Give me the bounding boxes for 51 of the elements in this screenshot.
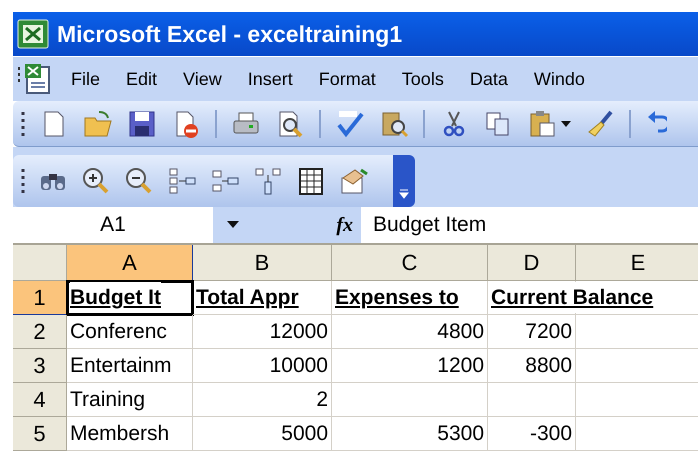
table-cell: 5000 xyxy=(193,417,332,451)
formula-field[interactable]: Budget Item xyxy=(361,207,698,243)
chevron-icon xyxy=(399,189,409,199)
table-cell: 2 xyxy=(193,383,332,417)
table-cell: Conferenc xyxy=(67,315,193,349)
column-header[interactable]: E xyxy=(576,245,698,281)
caret-icon xyxy=(227,221,239,229)
menu-item[interactable]: Format xyxy=(318,66,376,92)
table-cell: 1200 xyxy=(332,349,488,383)
column-header[interactable]: A xyxy=(67,245,193,281)
check-mark-icon[interactable] xyxy=(335,108,365,138)
function-label[interactable]: fx xyxy=(336,210,353,240)
menu-item[interactable]: View xyxy=(183,66,222,92)
table-cell: 10000 xyxy=(193,349,332,383)
window-title: Microsoft Excel - exceltraining1 xyxy=(57,20,402,49)
caret-icon xyxy=(561,120,571,126)
zoom-in-icon[interactable] xyxy=(81,166,111,196)
row-header[interactable]: 5 xyxy=(13,417,67,451)
arrow-up-boxes-icon[interactable] xyxy=(253,166,283,196)
table-cell: Training xyxy=(67,383,193,417)
column-header[interactable]: C xyxy=(332,245,488,281)
toolbar-grip-icon xyxy=(21,110,25,138)
arrow-left-boxes-icon[interactable] xyxy=(167,166,197,196)
name-box[interactable]: A1 xyxy=(13,207,213,243)
menu-item[interactable]: Insert xyxy=(248,66,293,92)
menu-item[interactable]: Edit xyxy=(126,66,158,92)
table-cell: Current Balance xyxy=(491,282,654,314)
spreadsheet-app-icon xyxy=(17,19,49,49)
table-cell: -300 xyxy=(488,417,576,451)
menu-item[interactable]: Data xyxy=(470,66,508,92)
row-header[interactable]: 1 xyxy=(13,281,67,315)
table-cell: 12000 xyxy=(193,315,332,349)
folder-icon[interactable] xyxy=(83,108,113,138)
menu-item[interactable]: File xyxy=(71,66,100,92)
table-cell: Membersh xyxy=(67,417,193,451)
row-header[interactable]: 3 xyxy=(13,349,67,383)
table-cell: Entertainm xyxy=(67,349,193,383)
table-cell: 8800 xyxy=(488,349,576,383)
row-header[interactable]: 4 xyxy=(13,383,67,417)
menu-item[interactable]: Windo xyxy=(534,66,585,92)
zoom-out-icon[interactable] xyxy=(124,166,154,196)
toolbar-options-button[interactable] xyxy=(393,155,415,207)
table-cell: 5300 xyxy=(332,417,488,451)
table-cell: 4800 xyxy=(332,315,488,349)
table-cell: 7200 xyxy=(488,315,576,349)
menu-item[interactable]: Tools xyxy=(402,66,444,92)
toolbar-grip-icon xyxy=(21,167,25,195)
column-header[interactable]: D xyxy=(488,245,576,281)
spreadsheet-icon[interactable] xyxy=(296,166,326,196)
row-header[interactable]: 2 xyxy=(13,315,67,349)
column-header[interactable]: B xyxy=(193,245,332,281)
